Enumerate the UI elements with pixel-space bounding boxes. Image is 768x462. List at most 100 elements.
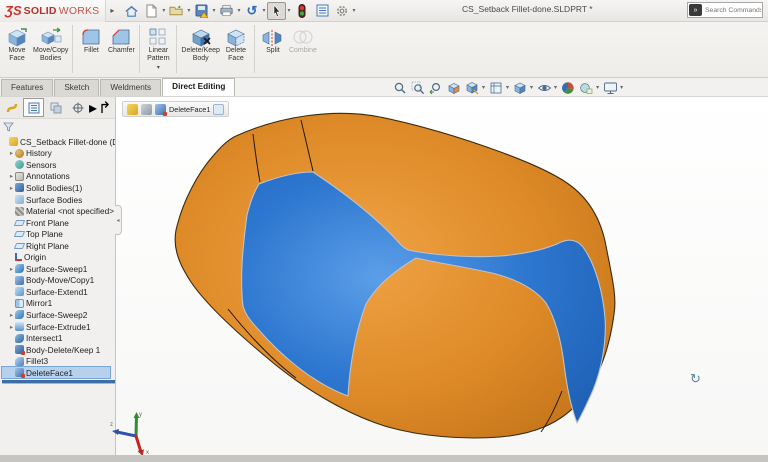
edit-appearance-button[interactable] xyxy=(560,80,576,95)
apply-scene-dropdown[interactable]: ▾ xyxy=(596,84,599,91)
tab-featuremanager-tree[interactable] xyxy=(1,98,22,117)
split-button[interactable]: Split xyxy=(259,24,287,55)
solid-bodies-folder-icon xyxy=(15,183,24,192)
rotate-view-icon[interactable]: ↻ xyxy=(690,371,701,387)
tree-item-annotations[interactable]: ▸ Annotations xyxy=(2,171,115,183)
tree-item-mirror1[interactable]: Mirror1 xyxy=(2,298,115,310)
zoom-to-fit-button[interactable] xyxy=(392,80,408,95)
linear-pattern-dropdown[interactable]: ▾ xyxy=(157,64,160,71)
save-dropdown[interactable]: ▾ xyxy=(212,7,215,14)
filter-row xyxy=(0,119,115,134)
view-orientation-button[interactable] xyxy=(488,80,504,95)
tree-item-surface-extend1[interactable]: Surface-Extend1 xyxy=(2,286,115,298)
tree-item-surface-sweep1[interactable]: ▸ Surface-Sweep1 xyxy=(2,263,115,275)
tab-dimxpertmanager[interactable] xyxy=(67,98,88,117)
undo-dropdown[interactable]: ▾ xyxy=(262,7,265,14)
panel-flyout-handle[interactable]: ◂ xyxy=(115,205,122,235)
previous-view-button[interactable] xyxy=(428,80,444,95)
tree-root[interactable]: CS_Setback Fillet-done (Default xyxy=(2,136,115,148)
part-icon[interactable] xyxy=(127,104,138,115)
save-button[interactable] xyxy=(192,2,211,20)
tree-item-surface-sweep2[interactable]: ▸ Surface-Sweep2 xyxy=(2,309,115,321)
body-icon[interactable] xyxy=(141,104,152,115)
hide-show-items-button[interactable] xyxy=(536,80,552,95)
annotation-views-dropdown[interactable]: ▾ xyxy=(482,84,485,91)
origin-icon xyxy=(15,253,22,261)
search-commands-box[interactable]: » xyxy=(687,2,763,18)
select-button[interactable] xyxy=(267,2,286,20)
apply-scene-button[interactable] xyxy=(578,80,594,95)
tree-item-surface-extrude1[interactable]: ▸ Surface-Extrude1 xyxy=(2,321,115,333)
tree-item-body-move-copy1[interactable]: Body-Move/Copy1 xyxy=(2,275,115,287)
tab-propertymanager[interactable] xyxy=(23,98,44,117)
linear-pattern-button[interactable]: Linear Pattern ▾ xyxy=(144,24,172,71)
menu-flyout-arrow[interactable]: ▸ xyxy=(106,6,118,15)
surface-bodies-folder-icon xyxy=(15,195,24,204)
delete-face-feature-icon[interactable] xyxy=(155,104,166,115)
heads-up-view-toolbar: ▾ ▾ ▾ ▾ ▾ ▾ xyxy=(392,80,624,95)
print-icon xyxy=(219,4,234,17)
display-style-dropdown[interactable]: ▾ xyxy=(530,84,533,91)
panel-tabs-more[interactable]: ▸ xyxy=(89,98,97,118)
rebuild-icon xyxy=(298,4,306,18)
delete-face-button[interactable]: Delete Face xyxy=(222,24,250,63)
tree-item-top-plane[interactable]: Top Plane xyxy=(2,228,115,240)
tree-item-deleteface1[interactable]: DeleteFace1 xyxy=(2,367,110,379)
file-properties-button[interactable] xyxy=(313,2,332,20)
fillet-button[interactable]: Fillet xyxy=(77,24,105,55)
feature-manager-icon xyxy=(6,102,18,114)
display-pane-expand[interactable]: ↱ xyxy=(98,98,111,118)
search-input[interactable] xyxy=(705,7,761,14)
select-dropdown[interactable]: ▾ xyxy=(287,7,290,14)
tab-sketch[interactable]: Sketch xyxy=(54,79,99,96)
rollback-bar[interactable] xyxy=(2,380,115,383)
tree-item-material[interactable]: Material <not specified> xyxy=(2,205,115,217)
hide-show-items-dropdown[interactable]: ▾ xyxy=(554,84,557,91)
tree-item-fillet3[interactable]: Fillet3 xyxy=(2,355,115,367)
chamfer-button[interactable]: Chamfer xyxy=(107,24,135,55)
tab-features[interactable]: Features xyxy=(1,79,53,96)
home-button[interactable] xyxy=(122,2,141,20)
print-dropdown[interactable]: ▾ xyxy=(237,7,240,14)
surface-sweep-icon xyxy=(15,264,24,273)
filter-funnel-icon[interactable] xyxy=(3,122,14,132)
save-icon xyxy=(195,4,209,18)
view-settings-button[interactable] xyxy=(602,80,618,95)
tree-item-history[interactable]: ▸ History xyxy=(2,148,115,160)
tree-item-body-delete-keep1[interactable]: Body-Delete/Keep 1 xyxy=(2,344,115,356)
options-dropdown[interactable]: ▾ xyxy=(353,7,356,14)
zoom-to-area-button[interactable] xyxy=(410,80,426,95)
display-state-icon[interactable] xyxy=(213,104,224,115)
section-view-button[interactable] xyxy=(446,80,462,95)
tree-item-intersect1[interactable]: Intersect1 xyxy=(2,332,115,344)
open-button[interactable] xyxy=(167,2,186,20)
options-button[interactable] xyxy=(333,2,352,20)
view-orientation-dropdown[interactable]: ▾ xyxy=(506,84,509,91)
undo-button[interactable]: ↺ xyxy=(242,2,261,20)
tree-item-front-plane[interactable]: Front Plane xyxy=(2,217,115,229)
tree-item-right-plane[interactable]: Right Plane xyxy=(2,240,115,252)
move-face-button[interactable]: Move Face xyxy=(3,24,31,63)
rebuild-button[interactable] xyxy=(293,2,312,20)
print-button[interactable] xyxy=(217,2,236,20)
open-icon xyxy=(169,4,184,17)
tree-item-surface-bodies[interactable]: Surface Bodies xyxy=(2,194,115,206)
new-document-dropdown[interactable]: ▾ xyxy=(162,7,165,14)
annotation-views-button[interactable] xyxy=(464,80,480,95)
new-document-button[interactable] xyxy=(142,2,161,20)
search-icon[interactable]: » xyxy=(689,4,702,16)
zoom-to-area-icon xyxy=(411,81,425,95)
tab-configurationmanager[interactable] xyxy=(45,98,66,117)
open-dropdown[interactable]: ▾ xyxy=(187,7,190,14)
tree-item-origin[interactable]: Origin xyxy=(2,251,115,263)
view-settings-dropdown[interactable]: ▾ xyxy=(620,84,623,91)
delete-keep-body-button[interactable]: Delete/Keep Body xyxy=(181,24,220,63)
tab-weldments[interactable]: Weldments xyxy=(100,79,161,96)
tree-item-sensors[interactable]: Sensors xyxy=(2,159,115,171)
selection-breadcrumb[interactable]: DeleteFace1 xyxy=(122,101,229,117)
move-copy-bodies-button[interactable]: Move/Copy Bodies xyxy=(33,24,68,63)
tree-item-solid-bodies[interactable]: ▸ Solid Bodies(1) xyxy=(2,182,115,194)
tab-direct-editing[interactable]: Direct Editing xyxy=(162,78,235,96)
breadcrumb-label: DeleteFace1 xyxy=(169,105,210,114)
display-style-button[interactable] xyxy=(512,80,528,95)
